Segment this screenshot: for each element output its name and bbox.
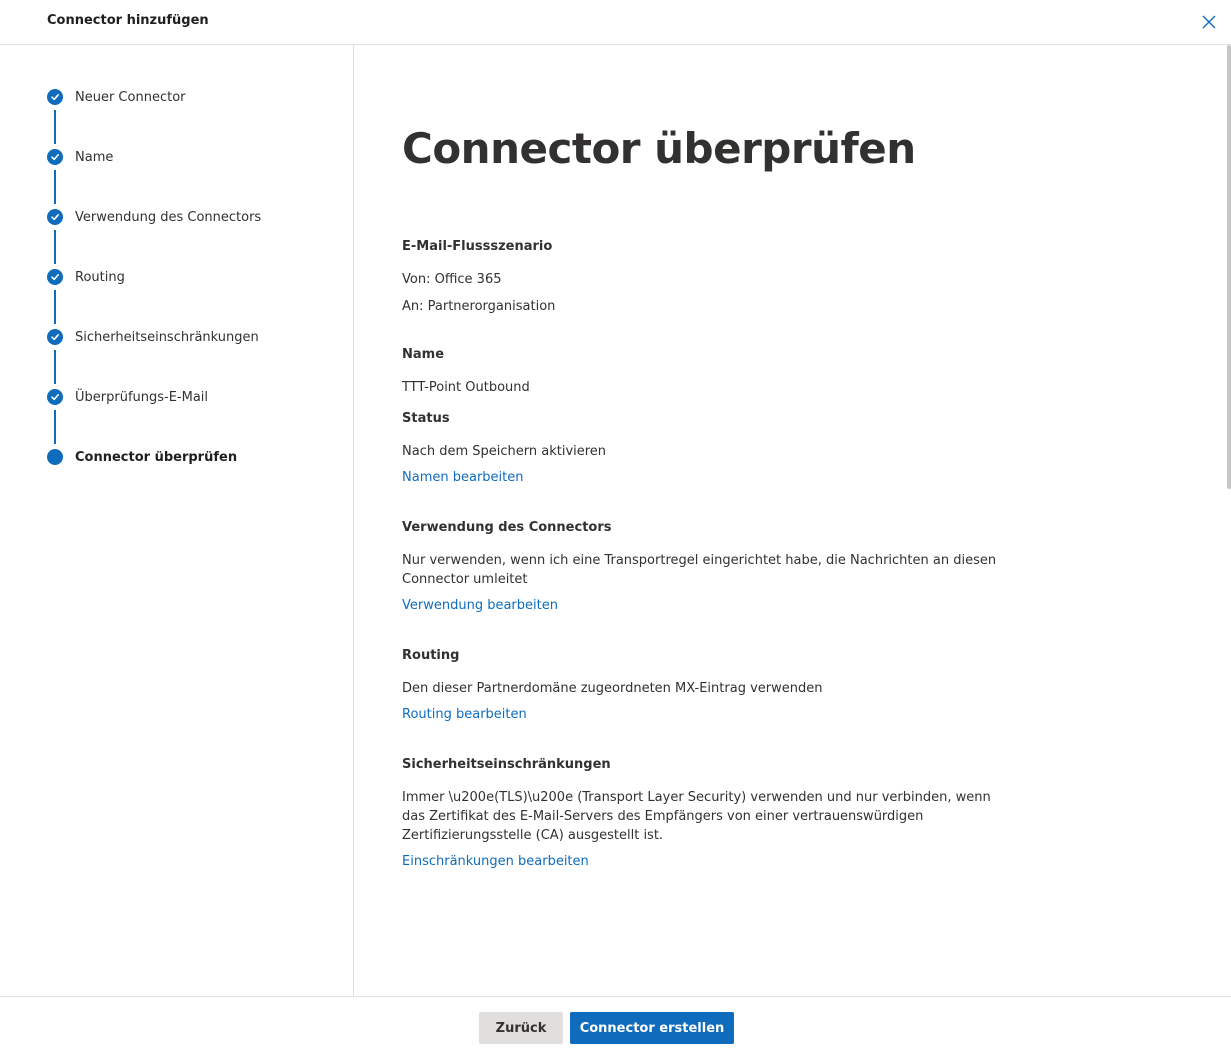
step-connector-line [54,350,56,384]
step-label: Neuer Connector [75,89,186,105]
step-connector-line [54,230,56,264]
mailflow-heading: E-Mail-Flussszenario [402,239,553,254]
security-value: Immer \u200e(TLS)\u200e (Transport Layer… [402,790,991,843]
current-step-dot-icon [47,449,63,465]
step-label: Connector überprüfen [75,449,238,465]
step-sicherheit[interactable]: Sicherheitseinschränkungen [47,327,259,347]
step-label: Sicherheitseinschränkungen [75,329,259,345]
edit-usage-link[interactable]: Verwendung bearbeiten [402,598,558,613]
step-ueberpruefungs-email[interactable]: Überprüfungs-E-Mail [47,387,208,407]
panel-footer: Zurück Connector erstellen [0,996,1231,1058]
step-neuer-connector[interactable]: Neuer Connector [47,87,186,107]
step-label: Überprüfungs-E-Mail [75,389,209,405]
step-connector-line [54,110,56,144]
scrollbar[interactable] [1227,45,1231,489]
checkmark-icon [47,389,63,405]
step-connector-line [54,290,56,324]
usage-heading: Verwendung des Connectors [402,520,612,535]
edit-security-link[interactable]: Einschränkungen bearbeiten [402,854,589,869]
status-heading: Status [402,411,450,426]
step-label: Routing [75,269,125,285]
step-routing[interactable]: Routing [47,267,125,287]
step-name[interactable]: Name [47,147,113,167]
checkmark-icon [47,89,63,105]
create-connector-button[interactable]: Connector erstellen [570,1012,734,1044]
name-value: TTT-Point Outbound [402,380,530,395]
checkmark-icon [47,149,63,165]
edit-routing-link[interactable]: Routing bearbeiten [402,707,527,722]
panel-header: Connector hinzufügen [0,0,1231,45]
checkmark-icon [47,269,63,285]
checkmark-icon [47,329,63,345]
routing-heading: Routing [402,648,460,663]
step-label: Name [75,149,114,165]
name-heading: Name [402,347,445,362]
step-connector-line [54,170,56,204]
back-button[interactable]: Zurück [479,1012,563,1044]
close-button[interactable] [1201,14,1217,30]
security-heading: Sicherheitseinschränkungen [402,757,611,772]
step-label: Verwendung des Connectors [75,209,262,225]
mailflow-to: An: Partnerorganisation [402,299,556,314]
routing-value: Den dieser Partnerdomäne zugeordneten MX… [402,681,823,696]
wizard-steps-sidebar: Neuer Connector Name Verwendung des Conn… [0,45,354,997]
page-title: Connector überprüfen [402,124,916,173]
checkmark-icon [47,209,63,225]
edit-name-link[interactable]: Namen bearbeiten [402,470,523,485]
mailflow-from: Von: Office 365 [402,272,502,287]
usage-value: Nur verwenden, wenn ich eine Transportre… [402,553,997,587]
step-connector-ueberpruefen[interactable]: Connector überprüfen [47,447,237,467]
status-value: Nach dem Speichern aktivieren [402,444,607,459]
close-icon [1202,15,1216,29]
step-connector-line [54,410,56,444]
panel-title: Connector hinzufügen [47,13,209,28]
step-verwendung[interactable]: Verwendung des Connectors [47,207,261,227]
